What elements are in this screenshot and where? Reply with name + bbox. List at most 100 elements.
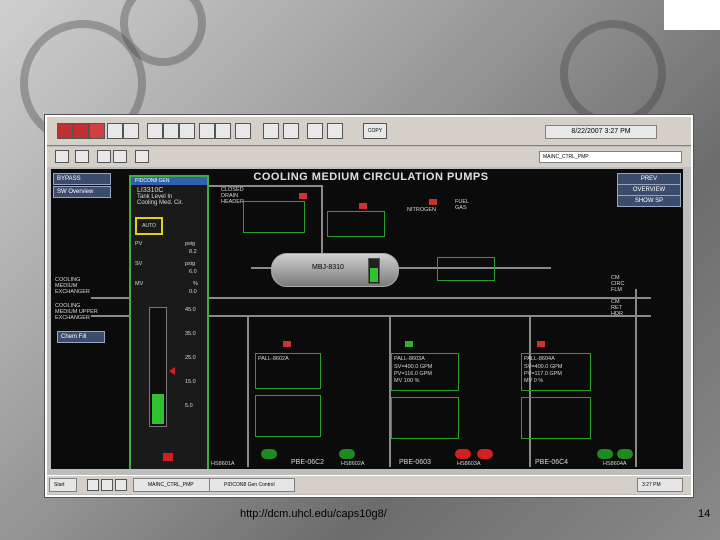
display-icon[interactable]	[123, 123, 139, 139]
datetime-display: 8/22/2007 3:27 PM	[545, 125, 657, 139]
screen-id-field[interactable]: MAINC_CTRL_PMP	[539, 151, 682, 163]
tool-icon[interactable]	[89, 123, 105, 139]
pump-stopped-icon[interactable]	[455, 449, 471, 459]
cm-circ-line: FLM	[611, 287, 622, 293]
process-graphic: BYPASS SW Overview COOLING MEDIUM CIRCUL…	[51, 169, 683, 469]
cm-exchanger-line: EXCHANGER	[55, 289, 90, 295]
cm-exchanger-label: COOLING MEDIUM EXCHANGER	[55, 277, 90, 295]
pump-status-box[interactable]	[255, 395, 321, 437]
pump-status-box[interactable]	[521, 397, 591, 439]
folder-icon[interactable]	[113, 150, 127, 163]
pump-status-box[interactable]	[391, 397, 459, 439]
pump-pv: PV=117.0 GPM	[524, 371, 562, 377]
pv-value: 8.2	[189, 249, 197, 255]
printer-icon[interactable]	[55, 150, 69, 163]
pump-stopped-icon[interactable]	[477, 449, 493, 459]
control-icon[interactable]	[235, 123, 251, 139]
mv-label: MV	[135, 281, 144, 287]
pump-running-icon[interactable]	[617, 449, 633, 459]
pv-label: PV	[135, 241, 143, 247]
check-icon[interactable]	[75, 150, 89, 163]
valve-red-icon[interactable]	[429, 199, 437, 205]
down-arrow-icon[interactable]	[163, 453, 173, 461]
range-icon[interactable]	[263, 123, 279, 139]
valve-red-icon[interactable]	[283, 341, 291, 347]
print-icon[interactable]	[107, 123, 123, 139]
start-button[interactable]: Start	[49, 478, 77, 492]
function-icon[interactable]	[135, 150, 149, 163]
tank-label: MBJ-8310	[312, 264, 344, 271]
tank-vessel[interactable]: MBJ-8310	[271, 253, 399, 287]
controller-faceplate[interactable]: PIDCON8 GEN LI3310C Tank Level In Coolin…	[129, 175, 209, 469]
chem-fill-button[interactable]: Chem Fill	[57, 331, 105, 343]
setpoint-marker-icon[interactable]	[169, 367, 175, 375]
operator-icon[interactable]	[147, 123, 163, 139]
pump-mv: MV 0 %	[524, 378, 544, 384]
pipe-right-riser	[635, 289, 637, 467]
sv-unit: psig	[185, 261, 196, 267]
hatch-icon[interactable]	[307, 123, 323, 139]
taskbar-item-faceplate[interactable]: PIDCON8 Gen Control	[209, 478, 295, 492]
pv-unit: psig	[185, 241, 196, 247]
pump-sv: SV=400.0 GPM	[524, 364, 563, 370]
pump-name: PBE-06C2	[291, 459, 325, 466]
level-alarm-box[interactable]	[437, 257, 495, 281]
pump-running-icon[interactable]	[261, 449, 277, 459]
graphic-icon[interactable]	[179, 123, 195, 139]
pipe-pump1-riser	[247, 317, 249, 467]
cm-upper-line: EXCHANGER	[55, 315, 90, 321]
valve-red-icon[interactable]	[299, 193, 307, 199]
faceplate-header[interactable]: PIDCON8 GEN	[131, 177, 207, 185]
scale-tick: 5.0	[185, 403, 193, 409]
edit-icon[interactable]	[97, 150, 111, 163]
scale-tick: 25.0	[185, 355, 196, 361]
fuel-label-line: GAS	[455, 205, 467, 211]
application-window: COPY 8/22/2007 3:27 PM MAINC_CTRL_PMP BY…	[45, 115, 693, 497]
auto-mode-button[interactable]: AUTO	[135, 217, 163, 235]
valve-red-icon[interactable]	[359, 203, 367, 209]
show-sp-button[interactable]: SHOW SP	[617, 195, 681, 207]
sw-overview-button[interactable]: SW Overview	[53, 186, 111, 198]
bypass-button[interactable]: BYPASS	[53, 173, 111, 185]
pressure-indicator-box[interactable]	[243, 201, 305, 233]
valve-green-icon[interactable]	[405, 341, 413, 347]
pump-name: PBE-06C4	[535, 459, 569, 466]
quicklaunch-icon[interactable]	[101, 479, 113, 491]
gear-decoration-icon	[560, 20, 666, 126]
pump-running-icon[interactable]	[597, 449, 613, 459]
corner-panel	[664, 0, 720, 30]
faceplate-desc2: Cooling Med. Cir.	[137, 200, 184, 206]
taskbar-item-graphic[interactable]: MAINC_CTRL_PMP	[133, 478, 213, 492]
lock-icon[interactable]	[327, 123, 343, 139]
pressure-indicator-box[interactable]	[327, 211, 385, 237]
pump-tag: HS8601A	[211, 461, 235, 467]
pump-running-icon[interactable]	[339, 449, 355, 459]
level-bar	[149, 307, 167, 427]
window-icon[interactable]	[215, 123, 231, 139]
pump-controller-box[interactable]: PALL-8602A	[255, 353, 321, 389]
pump-tag: HS8604A	[603, 461, 627, 467]
trend-icon[interactable]	[163, 123, 179, 139]
copy-button[interactable]: COPY	[363, 123, 387, 139]
cm-upper-exchanger-label: COOLING MEDIUM UPPER EXCHANGER	[55, 303, 98, 321]
alarm-icon[interactable]	[57, 123, 73, 139]
quicklaunch-icon[interactable]	[87, 479, 99, 491]
pump-controller-box[interactable]: PALL-8603A SV=400.0 GPM PV=116.0 GPM MV …	[391, 353, 459, 391]
valve-red-icon[interactable]	[537, 341, 545, 347]
closed-drain-label: CLOSED DRAIN HEADER	[221, 187, 244, 205]
cm-return-label: CM RET HDR	[611, 299, 623, 317]
cm-circ-label: CM CIRC FLM	[611, 275, 624, 293]
quicklaunch-icon[interactable]	[115, 479, 127, 491]
pump-controller-box[interactable]: PALL-8604A SV=400.0 GPM PV=117.0 GPM MV …	[521, 353, 591, 391]
scale-tick: 35.0	[185, 331, 196, 337]
pump-sv: SV=400.0 GPM	[394, 364, 433, 370]
pump-mv: MV 100 %	[394, 378, 420, 384]
save-icon[interactable]	[283, 123, 299, 139]
alarm2-icon[interactable]	[73, 123, 89, 139]
scale-tick: 45.0	[185, 307, 196, 313]
pump-alarm: PALL-8603A	[394, 356, 425, 362]
fuel-gas-label: FUEL GAS	[455, 199, 469, 211]
nitrogen-label: NITROGEN	[407, 207, 437, 213]
sv-value: 6.0	[189, 269, 197, 275]
tuning-icon[interactable]	[199, 123, 215, 139]
